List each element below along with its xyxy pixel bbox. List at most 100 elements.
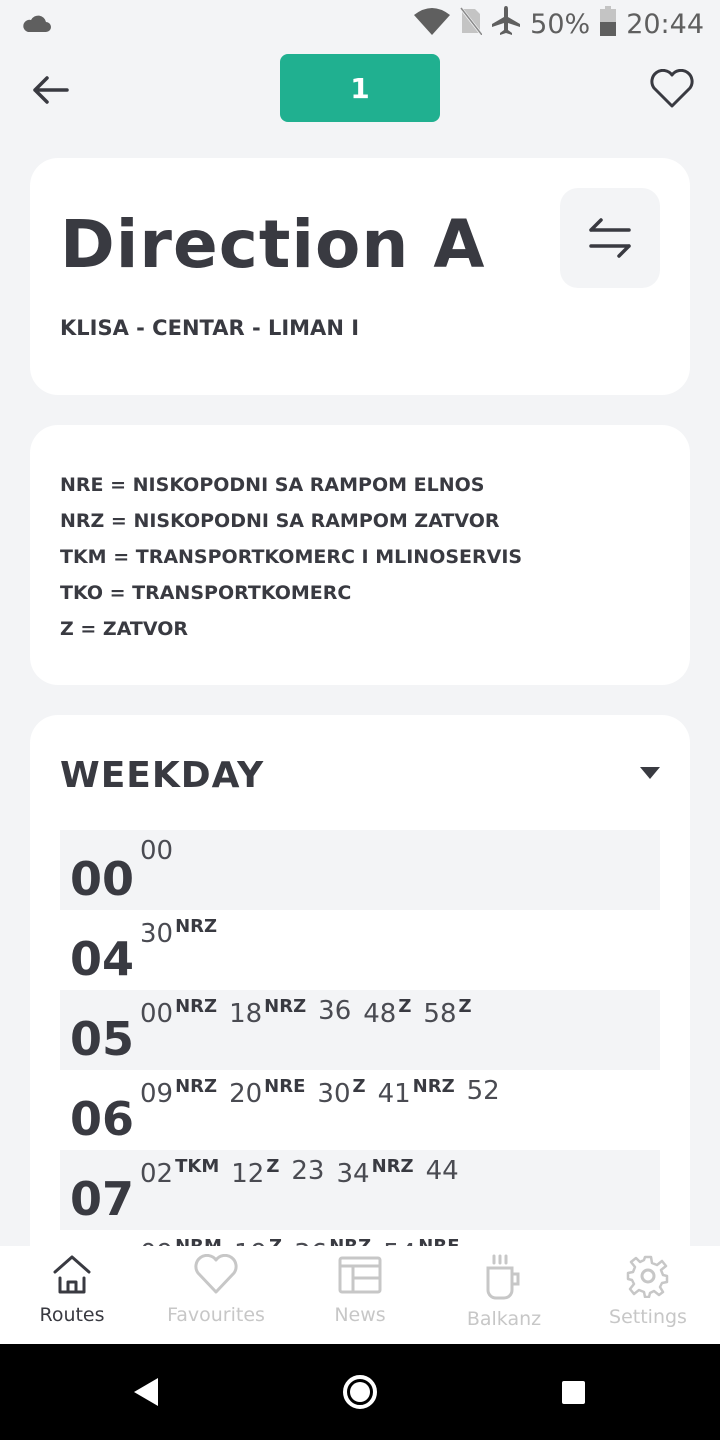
system-back-button[interactable] bbox=[134, 1378, 158, 1406]
vehicle-tag: NRZ bbox=[175, 916, 218, 937]
system-navigation-bar bbox=[0, 1344, 720, 1440]
gear-icon bbox=[626, 1255, 669, 1298]
heart-outline-icon bbox=[650, 69, 694, 108]
coffee-cup-icon bbox=[486, 1254, 520, 1300]
vehicle-tag: TKM bbox=[175, 1156, 220, 1177]
nav-label: Balkanz bbox=[466, 1308, 542, 1330]
cloud-icon bbox=[20, 12, 52, 38]
vehicle-tag: NRZ bbox=[371, 1156, 414, 1177]
departure-minute: 52 bbox=[467, 1076, 500, 1109]
nav-balkanz[interactable]: Balkanz bbox=[432, 1246, 576, 1344]
minute-value: 44 bbox=[425, 1156, 459, 1186]
departure-minute: 18 NRZ bbox=[229, 996, 306, 1029]
heart-icon bbox=[194, 1254, 238, 1294]
system-home-button[interactable] bbox=[343, 1375, 377, 1409]
departure-minute: 20 NRE bbox=[229, 1076, 305, 1109]
minute-value: 36 bbox=[318, 996, 352, 1026]
minute-value: 00 bbox=[140, 836, 174, 866]
departure-list: 00 NRZ 18 NRZ 36 48 Z 58 Z bbox=[140, 996, 472, 1029]
timetable-row: 05 00 NRZ 18 NRZ 36 48 Z 58 Z bbox=[60, 990, 660, 1070]
legend-item: NRZ = NISKOPODNI SA RAMPOM ZATVOR bbox=[60, 510, 500, 532]
nav-favourites[interactable]: Favourites bbox=[144, 1246, 288, 1344]
nav-news[interactable]: News bbox=[288, 1246, 432, 1344]
battery-percent: 50% bbox=[530, 9, 591, 40]
minute-value: 41 bbox=[377, 1079, 411, 1109]
direction-title: Direction A bbox=[60, 206, 486, 283]
home-icon bbox=[53, 1255, 91, 1294]
minute-value: 00 bbox=[140, 999, 174, 1029]
vehicle-tag: Z bbox=[458, 996, 472, 1017]
news-icon bbox=[338, 1256, 382, 1294]
back-button[interactable] bbox=[28, 68, 72, 112]
departure-minute: 00 NRZ bbox=[140, 996, 217, 1029]
departure-minute: 48 Z bbox=[363, 996, 411, 1029]
battery-icon bbox=[600, 6, 617, 43]
vehicle-tag: NRE bbox=[264, 1076, 306, 1097]
nav-label: Favourites bbox=[167, 1304, 265, 1326]
departure-minute: 12 Z bbox=[231, 1156, 279, 1189]
departure-minute: 23 bbox=[291, 1156, 324, 1189]
bottom-navigation: Routes Favourites News Balkanz Settings bbox=[0, 1246, 720, 1344]
airplane-icon bbox=[492, 6, 521, 43]
departure-minute: 00 bbox=[140, 836, 173, 866]
minute-value: 34 bbox=[336, 1159, 370, 1189]
departure-minute: 58 Z bbox=[423, 996, 471, 1029]
vehicle-tag: NRZ bbox=[264, 996, 307, 1017]
direction-stops: KLISA - CENTAR - LIMAN I bbox=[60, 316, 360, 340]
arrow-left-icon bbox=[33, 76, 69, 104]
legend-item: TKO = TRANSPORTKOMERC bbox=[60, 582, 352, 604]
nav-label: Settings bbox=[609, 1306, 687, 1328]
departure-minute: 30 Z bbox=[317, 1076, 365, 1109]
swap-arrows-icon bbox=[589, 218, 631, 258]
timetable-row: 00 00 bbox=[60, 830, 660, 910]
minute-value: 09 bbox=[140, 1079, 174, 1109]
departure-list: 09 NRZ 20 NRE 30 Z 41 NRZ 52 bbox=[140, 1076, 500, 1109]
legend-item: TKM = TRANSPORTKOMERC I MLINOSERVIS bbox=[60, 546, 523, 568]
favourite-button[interactable] bbox=[648, 66, 696, 112]
hour-label: 00 bbox=[70, 852, 135, 906]
nav-routes[interactable]: Routes bbox=[0, 1246, 144, 1344]
vehicle-tag: Z bbox=[266, 1156, 280, 1177]
minute-value: 18 bbox=[229, 999, 263, 1029]
nav-label: Routes bbox=[39, 1304, 105, 1326]
timetable-row: 04 30 NRZ bbox=[60, 910, 660, 990]
minute-value: 30 bbox=[317, 1079, 351, 1109]
departure-minute: 36 bbox=[318, 996, 351, 1029]
departure-minute: 09 NRZ bbox=[140, 1076, 217, 1109]
direction-card: Direction A KLISA - CENTAR - LIMAN I bbox=[30, 158, 690, 395]
swap-direction-button[interactable] bbox=[560, 188, 660, 288]
vehicle-tag: Z bbox=[398, 996, 412, 1017]
legend-item: Z = ZATVOR bbox=[60, 618, 189, 640]
route-number-badge: 1 bbox=[280, 54, 440, 122]
vehicle-tag: NRZ bbox=[175, 1076, 218, 1097]
dropdown-arrow-icon[interactable] bbox=[640, 767, 660, 779]
no-sim-icon bbox=[458, 6, 484, 42]
minute-value: 30 bbox=[140, 919, 174, 949]
hour-label: 06 bbox=[70, 1092, 135, 1146]
wifi-icon bbox=[414, 7, 451, 42]
hour-label: 07 bbox=[70, 1172, 135, 1226]
departure-list: 30 NRZ bbox=[140, 916, 217, 949]
timetable-row: 07 02 TKM 12 Z 23 34 NRZ 44 bbox=[60, 1150, 660, 1230]
vehicle-tag: NRZ bbox=[412, 1076, 455, 1097]
nav-label: News bbox=[334, 1304, 386, 1326]
system-recents-button[interactable] bbox=[562, 1381, 585, 1404]
legend-item: NRE = NISKOPODNI SA RAMPOM ELNOS bbox=[60, 474, 485, 496]
clock: 20:44 bbox=[626, 9, 704, 40]
minute-value: 23 bbox=[291, 1156, 325, 1186]
minute-value: 48 bbox=[363, 999, 397, 1029]
departure-list: 00 bbox=[140, 836, 173, 866]
day-type-label: WEEKDAY bbox=[60, 755, 265, 796]
minute-value: 12 bbox=[231, 1159, 265, 1189]
timetable: 00 00 04 30 NRZ 05 00 NRZ 18 NRZ 36 48 Z 58 Z 06 09 NRZ 20… bbox=[60, 830, 660, 1310]
status-bar: 50% 20:44 bbox=[0, 0, 720, 50]
hour-label: 04 bbox=[70, 932, 135, 986]
day-type-selector[interactable]: WEEKDAY bbox=[60, 715, 660, 830]
minute-value: 58 bbox=[423, 999, 457, 1029]
departure-minute: 44 bbox=[426, 1156, 459, 1189]
hour-label: 05 bbox=[70, 1012, 135, 1066]
vehicle-tag: NRZ bbox=[175, 996, 218, 1017]
minute-value: 52 bbox=[466, 1076, 500, 1106]
legend-card: NRE = NISKOPODNI SA RAMPOM ELNOS NRZ = N… bbox=[30, 425, 690, 685]
nav-settings[interactable]: Settings bbox=[576, 1246, 720, 1344]
